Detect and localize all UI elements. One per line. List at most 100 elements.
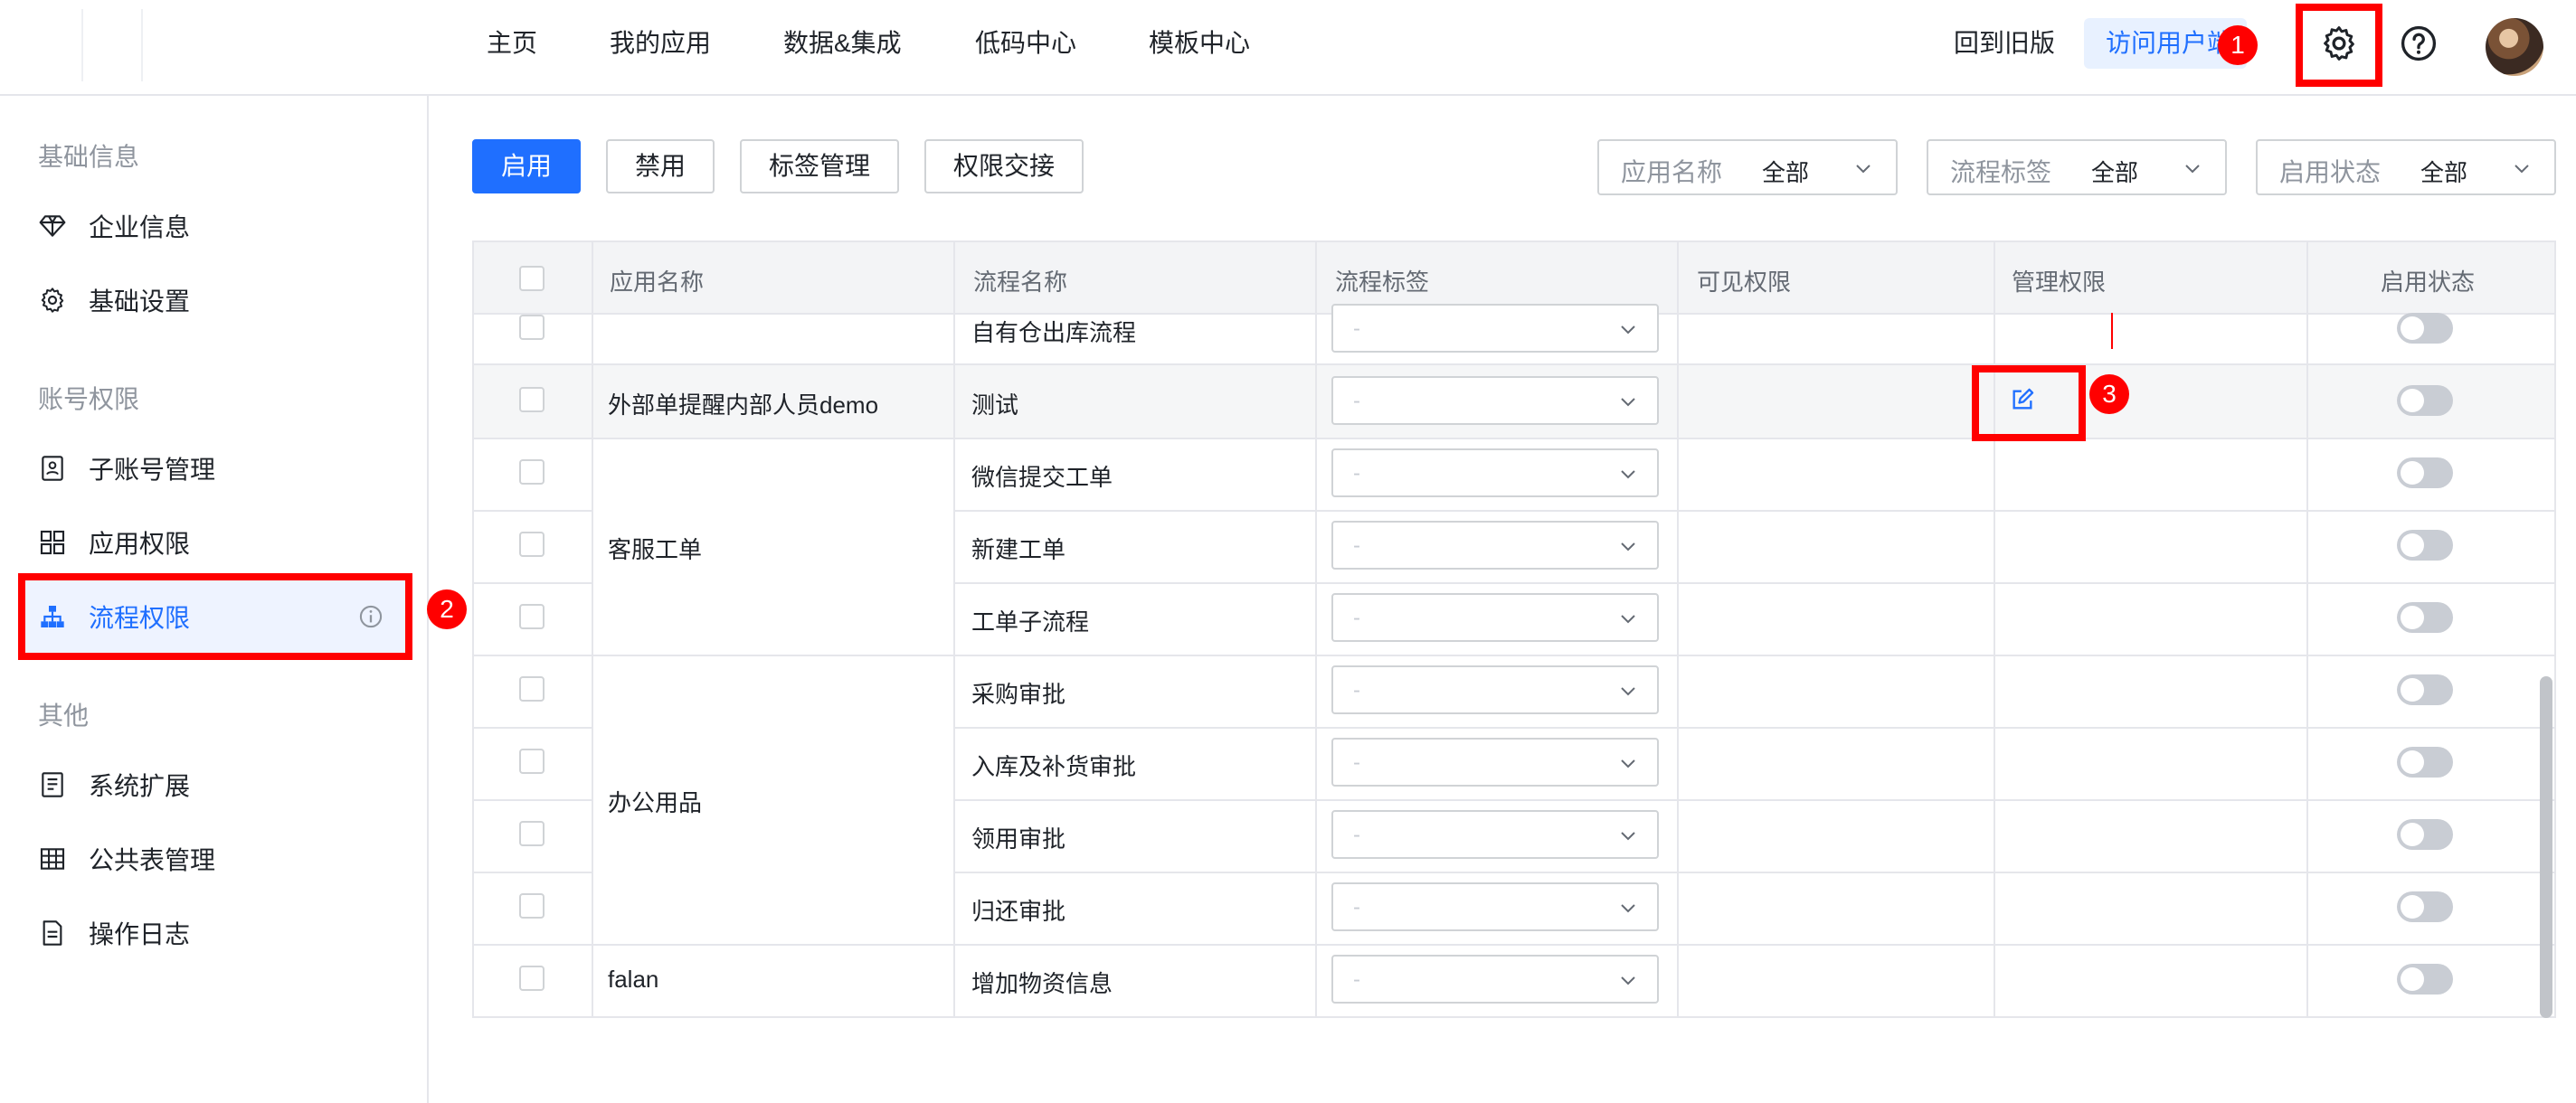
disable-button[interactable]: 禁用 (606, 139, 715, 193)
annotation-badge-3: 3 (2089, 374, 2129, 414)
table-scrollbar[interactable] (2540, 676, 2552, 1018)
enable-toggle[interactable] (2397, 313, 2453, 344)
tag-manage-button[interactable]: 标签管理 (740, 139, 899, 193)
flow-tag-select[interactable]: - (1331, 376, 1659, 425)
app-name-cell: 外部单提醒内部人员demo (608, 391, 879, 419)
column-flow-name: 流程名称 (973, 269, 1068, 296)
flow-tag-select[interactable]: - (1331, 955, 1659, 1004)
filter-value: 全部 (1762, 159, 1810, 186)
enable-toggle[interactable] (2397, 819, 2453, 850)
filter-enable-status[interactable]: 启用状态 全部 (2256, 139, 2556, 195)
permission-transfer-button[interactable]: 权限交接 (924, 139, 1084, 193)
top-navigation-bar: 主页 我的应用 数据&集成 低码中心 模板中心 回到旧版 访问用户端 (0, 0, 2576, 96)
filter-value: 全部 (2091, 159, 2139, 186)
row-checkbox[interactable] (519, 604, 545, 629)
sidebar-item-app-permissions[interactable]: 应用权限 (38, 515, 190, 570)
sidebar-item-label: 子账号管理 (89, 456, 216, 484)
flow-name-cell: 归还审批 (971, 898, 1066, 925)
row-checkbox[interactable] (519, 821, 545, 846)
column-manage-permission: 管理权限 (2012, 269, 2107, 296)
flow-tag-select[interactable]: - (1331, 448, 1659, 497)
logo (81, 9, 143, 81)
select-placeholder: - (1353, 389, 1360, 413)
filter-flow-tag[interactable]: 流程标签 全部 (1927, 139, 2227, 195)
flow-tag-select[interactable]: - (1331, 593, 1659, 642)
back-to-old-version-link[interactable]: 回到旧版 (1954, 27, 2055, 60)
chevron-down-icon (1621, 832, 1635, 841)
text-caret (2111, 313, 2113, 349)
row-checkbox[interactable] (519, 676, 545, 702)
id-card-icon (42, 456, 63, 481)
chevron-down-icon (1621, 398, 1635, 407)
user-avatar[interactable] (2486, 18, 2543, 76)
enable-toggle[interactable] (2397, 530, 2453, 561)
sidebar-item-basic-settings[interactable]: 基础设置 (38, 273, 190, 327)
chevron-down-icon (2514, 165, 2529, 174)
filter-app-name[interactable]: 应用名称 全部 (1597, 139, 1898, 195)
sidebar-item-label: 公共表管理 (89, 846, 216, 874)
flow-name-cell: 自有仓出库流程 (971, 319, 1137, 346)
gear-icon (41, 288, 64, 313)
flow-tag-select[interactable]: - (1331, 521, 1659, 570)
sidebar-item-system-extension[interactable]: 系统扩展 (38, 758, 190, 812)
row-checkbox[interactable] (519, 532, 545, 557)
flow-tag-select[interactable]: - (1331, 304, 1659, 353)
help-icon[interactable] (2399, 24, 2439, 63)
enable-toggle[interactable] (2397, 385, 2453, 416)
row-checkbox[interactable] (519, 387, 545, 412)
row-checkbox[interactable] (519, 459, 545, 485)
flow-name-cell: 领用审批 (971, 825, 1066, 853)
sidebar-item-label: 应用权限 (89, 530, 191, 558)
enable-toggle[interactable] (2397, 457, 2453, 488)
enable-toggle[interactable] (2397, 964, 2453, 995)
flow-permission-table: 应用名称 流程名称 流程标签 可见权限 管理权限 启用状态 自有仓出库流程 - … (472, 240, 2556, 1018)
flow-tag-select[interactable]: - (1331, 738, 1659, 787)
flow-name-cell: 增加物资信息 (971, 970, 1113, 997)
flow-name-cell: 入库及补货审批 (971, 753, 1137, 780)
filter-label: 启用状态 (2279, 158, 2382, 186)
flow-tag-select[interactable]: - (1331, 882, 1659, 931)
flow-tag-select[interactable]: - (1331, 810, 1659, 859)
select-placeholder: - (1353, 461, 1360, 486)
row-checkbox[interactable] (519, 966, 545, 991)
select-placeholder: - (1353, 750, 1360, 775)
sidebar-item-label: 系统扩展 (89, 772, 191, 800)
sidebar-item-sub-accounts[interactable]: 子账号管理 (38, 441, 215, 495)
select-placeholder: - (1353, 606, 1360, 630)
table-icon (40, 848, 65, 870)
chevron-down-icon (1621, 615, 1635, 624)
app-name-cell: falan (608, 966, 659, 993)
chevron-down-icon (1621, 976, 1635, 985)
select-placeholder: - (1353, 967, 1360, 992)
flow-tag-select[interactable]: - (1331, 665, 1659, 714)
nav-lowcode-center[interactable]: 低码中心 (975, 27, 1076, 60)
row-checkbox[interactable] (519, 315, 545, 340)
sidebar-item-enterprise-info[interactable]: 企业信息 (38, 199, 190, 253)
select-all-checkbox[interactable] (519, 266, 545, 291)
row-checkbox[interactable] (519, 893, 545, 919)
sidebar-item-public-tables[interactable]: 公共表管理 (38, 832, 215, 886)
nav-data-integration[interactable]: 数据&集成 (783, 27, 902, 60)
select-placeholder: - (1353, 533, 1360, 558)
sidebar-item-label: 企业信息 (89, 213, 191, 241)
annotation-badge-2: 2 (427, 589, 467, 629)
enable-toggle[interactable] (2397, 891, 2453, 922)
enable-button[interactable]: 启用 (472, 139, 581, 193)
chevron-down-icon (1621, 325, 1635, 335)
group-account-permissions: 账号权限 (38, 385, 140, 413)
diamond-icon (39, 215, 66, 237)
app-name-cell: 办公用品 (608, 789, 703, 816)
chevron-down-icon (1621, 904, 1635, 913)
sidebar-item-label: 基础设置 (89, 288, 191, 316)
enable-toggle[interactable] (2397, 674, 2453, 705)
sidebar-item-operation-log[interactable]: 操作日志 (38, 906, 190, 960)
column-visible-permission: 可见权限 (1697, 269, 1792, 296)
nav-home[interactable]: 主页 (487, 27, 537, 60)
nav-my-apps[interactable]: 我的应用 (610, 27, 711, 60)
select-placeholder: - (1353, 678, 1360, 702)
row-checkbox[interactable] (519, 749, 545, 774)
nav-template-center[interactable]: 模板中心 (1149, 27, 1250, 60)
group-other: 其他 (38, 702, 90, 730)
enable-toggle[interactable] (2397, 747, 2453, 778)
enable-toggle[interactable] (2397, 602, 2453, 633)
